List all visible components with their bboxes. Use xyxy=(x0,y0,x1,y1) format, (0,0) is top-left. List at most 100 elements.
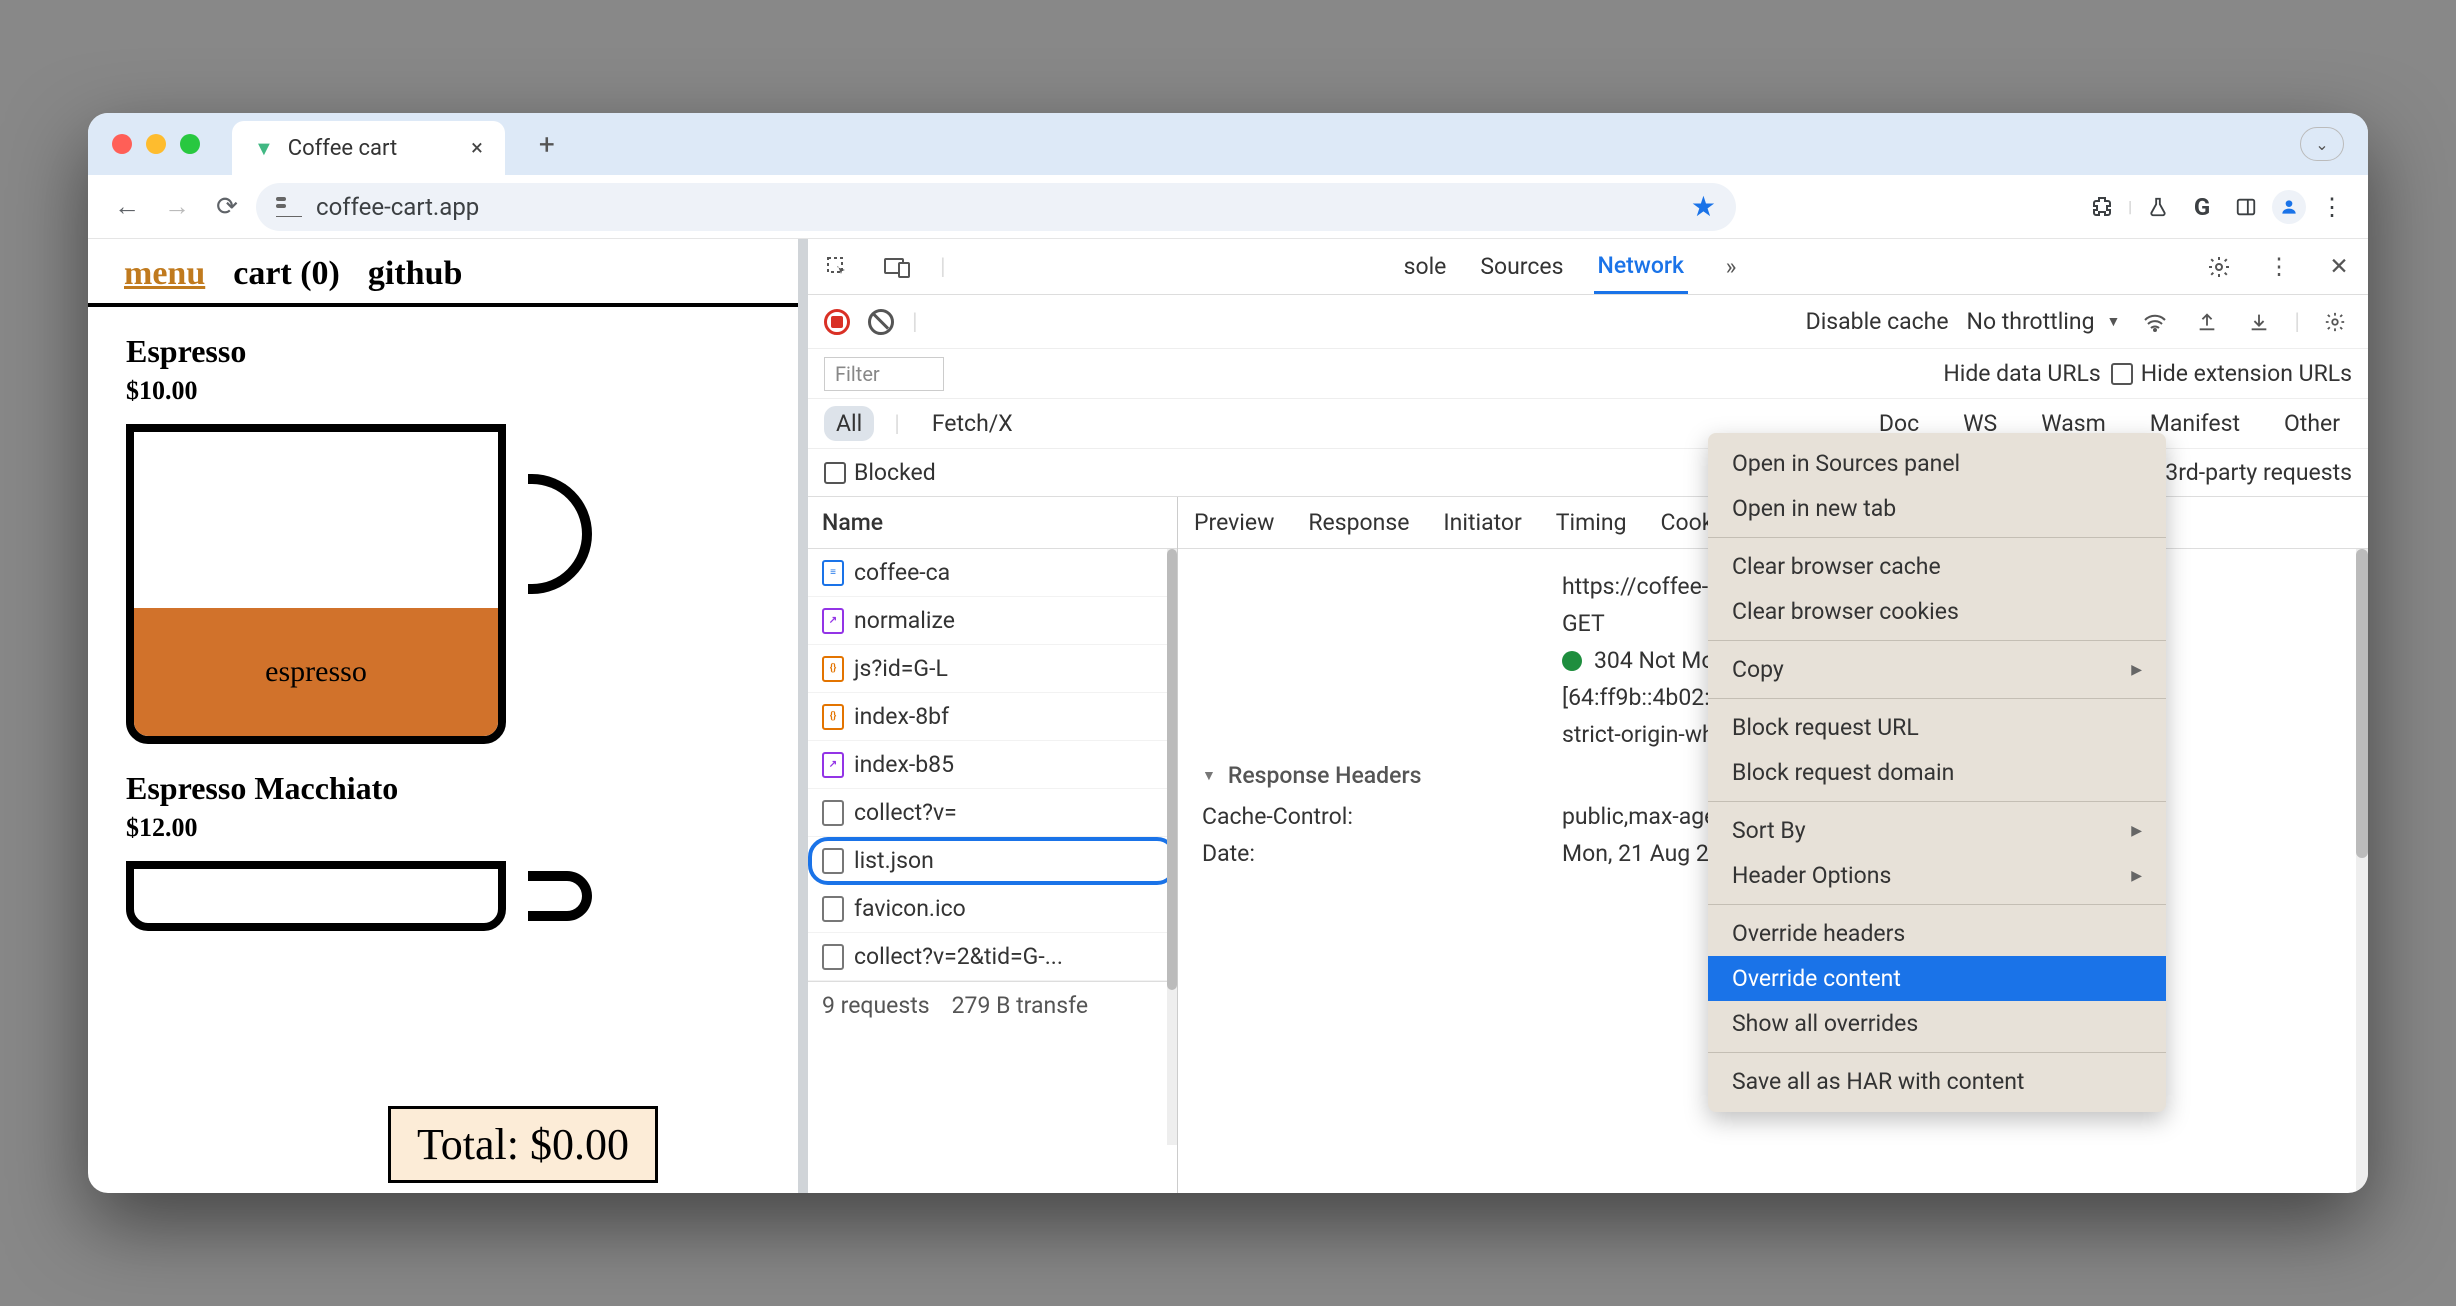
throttling-dropdown[interactable]: No throttling ▼ xyxy=(1967,308,2121,335)
menu-item[interactable]: Open in new tab xyxy=(1708,486,2166,531)
close-tab-icon[interactable]: × xyxy=(471,136,483,161)
list-item[interactable]: ↗ normalize xyxy=(808,597,1177,645)
record-icon[interactable] xyxy=(824,309,850,335)
list-item[interactable]: {}js?id=G-L xyxy=(808,645,1177,693)
scrollbar[interactable] xyxy=(1167,549,1177,1145)
menu-item[interactable]: Save all as HAR with content xyxy=(1708,1059,2166,1104)
request-name: index-8bf xyxy=(854,703,949,730)
request-count: 9 requests xyxy=(822,992,930,1019)
type-all[interactable]: All xyxy=(824,406,874,441)
blocked-checkbox[interactable]: Blocked xyxy=(824,459,936,486)
js-file-icon: {} xyxy=(822,704,844,730)
inspect-element-icon[interactable] xyxy=(820,250,854,284)
menu-item[interactable]: Block request URL xyxy=(1708,705,2166,750)
tab-initiator[interactable]: Initiator xyxy=(1441,499,1523,546)
menu-item[interactable]: Header Options xyxy=(1708,853,2166,898)
menu-item[interactable]: Copy xyxy=(1708,647,2166,692)
reload-button[interactable]: ⟳ xyxy=(206,186,248,228)
menu-kebab-icon[interactable]: ⋮ xyxy=(2314,189,2350,225)
traffic-lights xyxy=(112,134,200,154)
menu-item[interactable]: Open in Sources panel xyxy=(1708,441,2166,486)
request-name: list.json xyxy=(854,847,934,874)
list-item[interactable]: favicon.ico xyxy=(808,885,1177,933)
back-button[interactable]: ← xyxy=(106,186,148,228)
menu-item[interactable]: Override content xyxy=(1708,956,2166,1001)
css-file-icon: ↗ xyxy=(822,608,844,634)
nav-github[interactable]: github xyxy=(368,255,463,293)
google-icon[interactable]: G xyxy=(2184,189,2220,225)
request-name: normalize xyxy=(854,607,955,634)
product-name: Espresso xyxy=(126,333,760,370)
download-icon[interactable] xyxy=(2242,305,2276,339)
browser-tab[interactable]: ▼ Coffee cart × xyxy=(232,121,505,175)
experiments-icon[interactable] xyxy=(2140,189,2176,225)
forward-button[interactable]: → xyxy=(156,186,198,228)
disable-cache-checkbox[interactable]: Disable cache xyxy=(1806,308,1949,335)
tab-preview[interactable]: Preview xyxy=(1192,499,1276,546)
upload-icon[interactable] xyxy=(2190,305,2224,339)
menu-separator xyxy=(1708,537,2166,538)
type-other[interactable]: Other xyxy=(2272,406,2352,441)
filter-input[interactable]: Filter xyxy=(824,357,944,391)
profile-avatar[interactable] xyxy=(2272,190,2306,224)
menu-separator xyxy=(1708,698,2166,699)
total-box[interactable]: Total: $0.00 xyxy=(388,1106,658,1183)
menu-item[interactable]: Override headers xyxy=(1708,911,2166,956)
network-conditions-icon[interactable] xyxy=(2138,305,2172,339)
thirdparty-checkbox[interactable]: 3rd-party requests xyxy=(2135,459,2352,486)
list-item[interactable]: ≡coffee-ca xyxy=(808,549,1177,597)
tab-timing[interactable]: Timing xyxy=(1554,499,1629,546)
kebab-icon[interactable]: ⋮ xyxy=(2262,250,2296,284)
menu-separator xyxy=(1708,801,2166,802)
tab-network[interactable]: Network xyxy=(1594,240,1689,294)
gear-icon[interactable] xyxy=(2318,305,2352,339)
nav-menu[interactable]: menu xyxy=(124,255,205,293)
cup[interactable]: espresso xyxy=(126,424,546,744)
menu-item[interactable]: Block request domain xyxy=(1708,750,2166,795)
close-icon[interactable]: ✕ xyxy=(2322,250,2356,284)
omnibox[interactable]: coffee-cart.app ★ xyxy=(256,183,1736,231)
device-toolbar-icon[interactable] xyxy=(880,250,914,284)
request-name: index-b85 xyxy=(854,751,954,778)
extensions-icon[interactable] xyxy=(2084,189,2120,225)
js-file-icon: {} xyxy=(822,656,844,682)
panel-toggle-icon[interactable] xyxy=(2228,189,2264,225)
window-maximize-button[interactable] xyxy=(180,134,200,154)
tab-console[interactable]: sole xyxy=(1400,241,1451,292)
more-tabs-icon[interactable]: » xyxy=(1714,250,1748,284)
type-fetchxhr[interactable]: Fetch/X xyxy=(920,406,1025,441)
scrollbar[interactable] xyxy=(2356,549,2368,1193)
gear-icon[interactable] xyxy=(2202,250,2236,284)
doc-file-icon: ≡ xyxy=(822,560,844,586)
hide-ext-urls-checkbox[interactable]: Hide extension URLs xyxy=(2111,360,2352,387)
new-tab-button[interactable]: + xyxy=(539,128,555,161)
list-item[interactable]: ↗index-b85 xyxy=(808,741,1177,789)
chevron-down-icon[interactable]: ⌄ xyxy=(2300,127,2344,161)
devtools-tabs: | sole Sources Network » ⋮ ✕ xyxy=(808,239,2368,295)
tab-response[interactable]: Response xyxy=(1306,499,1411,546)
product-price: $10.00 xyxy=(126,376,760,406)
menu-separator xyxy=(1708,640,2166,641)
menu-item[interactable]: Show all overrides xyxy=(1708,1001,2166,1046)
list-item[interactable]: list.json xyxy=(808,837,1177,885)
bookmark-star-icon[interactable]: ★ xyxy=(1691,190,1716,223)
cup[interactable] xyxy=(126,861,546,931)
list-item[interactable]: {} index-8bf xyxy=(808,693,1177,741)
window-close-button[interactable] xyxy=(112,134,132,154)
list-item[interactable]: collect?v= xyxy=(808,789,1177,837)
other-file-icon xyxy=(822,800,844,826)
menu-item[interactable]: Sort By xyxy=(1708,808,2166,853)
clear-icon[interactable] xyxy=(868,309,894,335)
list-item[interactable]: collect?v=2&tid=G-... xyxy=(808,933,1177,981)
menu-item[interactable]: Clear browser cookies xyxy=(1708,589,2166,634)
menu-item[interactable]: Clear browser cache xyxy=(1708,544,2166,589)
chevron-down-icon: ▼ xyxy=(2107,313,2121,330)
other-file-icon xyxy=(822,848,844,874)
menu-separator xyxy=(1708,904,2166,905)
nav-cart[interactable]: cart (0) xyxy=(233,255,340,293)
window-minimize-button[interactable] xyxy=(146,134,166,154)
vue-icon: ▼ xyxy=(254,136,274,161)
column-name[interactable]: Name xyxy=(808,497,1177,549)
tab-sources[interactable]: Sources xyxy=(1476,241,1567,292)
site-settings-icon[interactable] xyxy=(276,197,302,217)
